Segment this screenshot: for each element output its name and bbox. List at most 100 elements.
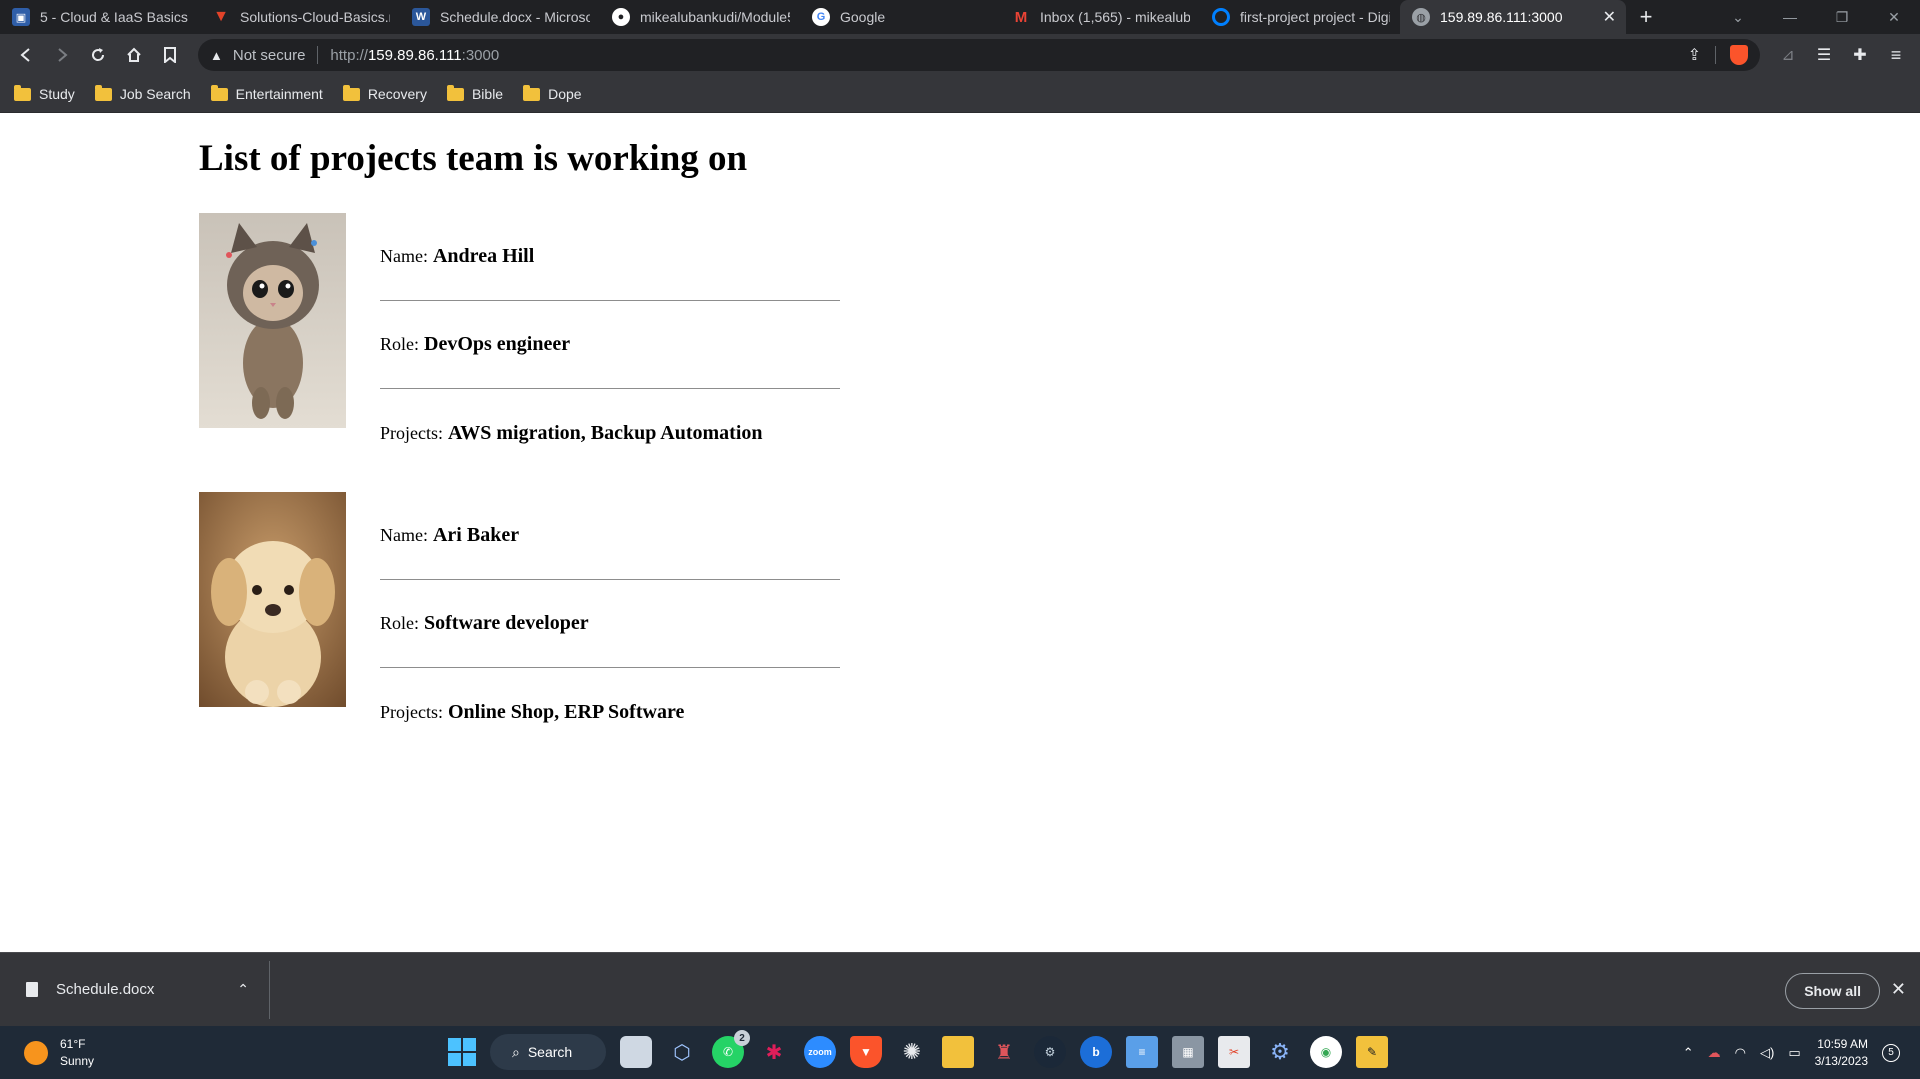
tab-title: Solutions-Cloud-Basics.md bbox=[240, 9, 390, 25]
back-icon[interactable] bbox=[8, 37, 44, 73]
member-info: Name: Andrea Hill Role: DevOps engineer … bbox=[380, 213, 840, 477]
minimize-icon[interactable]: — bbox=[1764, 9, 1816, 25]
tab-github[interactable]: ● mikealubankudi/Module5 bbox=[600, 0, 800, 34]
role-label: Role: bbox=[380, 613, 419, 633]
member-name: Ari Baker bbox=[432, 524, 520, 546]
brave-shields-icon[interactable] bbox=[1730, 45, 1748, 65]
share-icon[interactable]: ⇪ bbox=[1688, 45, 1701, 65]
tab-title: Inbox (1,565) - mikealuban bbox=[1040, 9, 1190, 25]
close-shelf-icon[interactable]: ✕ bbox=[1891, 979, 1906, 1000]
bookmark-label: Bible bbox=[471, 86, 504, 102]
tab-digitalocean[interactable]: first-project project - Digi bbox=[1200, 0, 1400, 34]
sticky-app-icon[interactable]: ✎ bbox=[1356, 1036, 1388, 1068]
bookmark-label: Entertainment bbox=[235, 86, 323, 102]
tab-search-chevron-icon[interactable]: ⌄ bbox=[1712, 9, 1764, 26]
weather-widget[interactable]: 61°F Sunny bbox=[24, 1036, 94, 1070]
start-icon[interactable] bbox=[448, 1038, 476, 1066]
window-controls: ⌄ — ❐ ✕ bbox=[1712, 0, 1920, 34]
bookmark-bible[interactable]: Bible bbox=[446, 84, 504, 102]
taskbar-search[interactable]: ⌕ Search bbox=[490, 1034, 606, 1070]
clock[interactable]: 10:59 AM 3/13/2023 bbox=[1815, 1036, 1868, 1070]
member-role: DevOps engineer bbox=[424, 333, 571, 355]
zoom-icon[interactable]: zoom bbox=[804, 1036, 836, 1068]
steam-icon[interactable]: ⚙ bbox=[1034, 1036, 1066, 1068]
projects-row: Projects: AWS migration, Backup Automati… bbox=[380, 389, 840, 477]
url-scheme: http:// bbox=[330, 46, 368, 64]
tab-google[interactable]: G Google bbox=[800, 0, 1000, 34]
task-view-icon[interactable] bbox=[620, 1036, 652, 1068]
address-bar[interactable]: ▲ Not secure http://159.89.86.111:3000 ⇪ bbox=[198, 39, 1760, 71]
calculator-icon[interactable]: ▦ bbox=[1172, 1036, 1204, 1068]
projects-row: Projects: Online Shop, ERP Software bbox=[380, 668, 840, 756]
folder-icon bbox=[342, 84, 360, 101]
word-icon: W bbox=[412, 8, 430, 26]
settings-icon[interactable]: ⚙ bbox=[1264, 1036, 1296, 1068]
member-projects: Online Shop, ERP Software bbox=[448, 700, 685, 723]
reading-list-icon[interactable]: ☰ bbox=[1806, 37, 1842, 73]
notification-badge[interactable]: 5 bbox=[1882, 1043, 1900, 1062]
google-icon: G bbox=[812, 8, 830, 26]
tab-cloud-basics[interactable]: ▣ 5 - Cloud & IaaS Basics - D bbox=[0, 0, 200, 34]
bookmark-label: Recovery bbox=[367, 86, 427, 102]
brave-icon[interactable]: ▼ bbox=[850, 1036, 882, 1068]
bookmark-job-search[interactable]: Job Search bbox=[94, 84, 191, 102]
name-label: Name: bbox=[380, 525, 428, 545]
virtualbox-icon[interactable]: ⬡ bbox=[666, 1036, 698, 1068]
forward-icon[interactable] bbox=[44, 37, 80, 73]
home-icon[interactable] bbox=[116, 37, 152, 73]
onedrive-error-icon[interactable]: ☁ bbox=[1708, 1045, 1721, 1061]
tab-solutions[interactable]: ▼ Solutions-Cloud-Basics.md bbox=[200, 0, 400, 34]
download-shelf: Schedule.docx ⌃ Show all ✕ bbox=[0, 952, 1920, 1026]
bookmark-study[interactable]: Study bbox=[14, 84, 75, 102]
chevron-up-icon[interactable]: ⌃ bbox=[237, 981, 249, 998]
bookmark-dope[interactable]: Dope bbox=[523, 84, 582, 102]
name-label: Name: bbox=[380, 246, 428, 266]
snipping-tool-icon[interactable]: ✂ bbox=[1218, 1036, 1250, 1068]
restore-icon[interactable]: ❐ bbox=[1816, 9, 1868, 26]
whatsapp-icon[interactable]: ✆ 2 bbox=[712, 1030, 750, 1068]
bookmark-label: Study bbox=[39, 86, 75, 102]
close-window-icon[interactable]: ✕ bbox=[1868, 9, 1920, 26]
tab-gmail[interactable]: M Inbox (1,565) - mikealuban bbox=[1000, 0, 1200, 34]
battery-icon[interactable]: ▭ bbox=[1788, 1045, 1800, 1061]
show-all-button[interactable]: Show all bbox=[1785, 973, 1880, 1009]
url-host: 159.89.86.111 bbox=[367, 46, 462, 64]
folder-icon bbox=[210, 84, 228, 101]
new-tab-icon[interactable]: + bbox=[1626, 0, 1666, 34]
tab-title: mikealubankudi/Module5 bbox=[640, 9, 790, 25]
taskbar-apps: ⌕ Search ⬡ ✆ 2 ✱ zoom ▼ ✺ ♜ ⚙ b ≡ ▦ ✂ ⚙ ◉… bbox=[448, 1030, 1388, 1070]
windows-taskbar: 61°F Sunny ⌕ Search ⬡ ✆ 2 ✱ zoom ▼ ✺ ♜ ⚙ … bbox=[0, 1026, 1920, 1079]
tab-schedule-docx[interactable]: W Schedule.docx - Microsoft bbox=[400, 0, 600, 34]
chrome-icon[interactable]: ◉ bbox=[1310, 1036, 1342, 1068]
sun-icon bbox=[24, 1041, 48, 1065]
bookmark-label: Job Search bbox=[119, 86, 191, 102]
web-page: List of projects team is working on Name… bbox=[0, 113, 1920, 952]
notepad-icon[interactable]: ≡ bbox=[1126, 1036, 1158, 1068]
popcorn-icon[interactable]: ♜ bbox=[988, 1036, 1020, 1068]
bookmark-icon[interactable] bbox=[152, 37, 188, 73]
bookmark-entertainment[interactable]: Entertainment bbox=[210, 84, 323, 102]
chatgpt-icon[interactable]: ✺ bbox=[896, 1036, 928, 1068]
member-role: Software developer bbox=[424, 612, 589, 634]
wifi-icon[interactable]: ◠ bbox=[1735, 1045, 1746, 1061]
warning-icon[interactable]: ▲ bbox=[210, 48, 223, 63]
bookmarks-bar: Study Job Search Entertainment Recovery … bbox=[0, 76, 1920, 113]
reload-icon[interactable] bbox=[80, 37, 116, 73]
chevron-up-icon[interactable]: ⌃ bbox=[1683, 1045, 1694, 1061]
download-item[interactable]: Schedule.docx ⌃ bbox=[0, 960, 270, 1019]
file-explorer-icon[interactable] bbox=[942, 1036, 974, 1068]
rewards-icon[interactable]: ⊿ bbox=[1770, 37, 1806, 73]
bookmark-recovery[interactable]: Recovery bbox=[342, 84, 427, 102]
close-tab-icon[interactable]: ✕ bbox=[1591, 7, 1616, 27]
tab-active-site[interactable]: ◍ 159.89.86.111:3000 ✕ bbox=[1400, 0, 1626, 34]
menu-icon[interactable]: ≡ bbox=[1878, 37, 1914, 73]
slack-icon[interactable]: ✱ bbox=[758, 1036, 790, 1068]
weather-desc: Sunny bbox=[60, 1054, 95, 1068]
member-projects: AWS migration, Backup Automation bbox=[448, 421, 763, 444]
folder-icon bbox=[14, 84, 31, 101]
extensions-icon[interactable]: ✚ bbox=[1842, 37, 1878, 73]
volume-icon[interactable]: ◁) bbox=[1760, 1045, 1774, 1061]
member-name: Andrea Hill bbox=[432, 245, 535, 267]
security-label[interactable]: Not secure bbox=[233, 47, 306, 64]
bing-icon[interactable]: b bbox=[1080, 1036, 1112, 1068]
